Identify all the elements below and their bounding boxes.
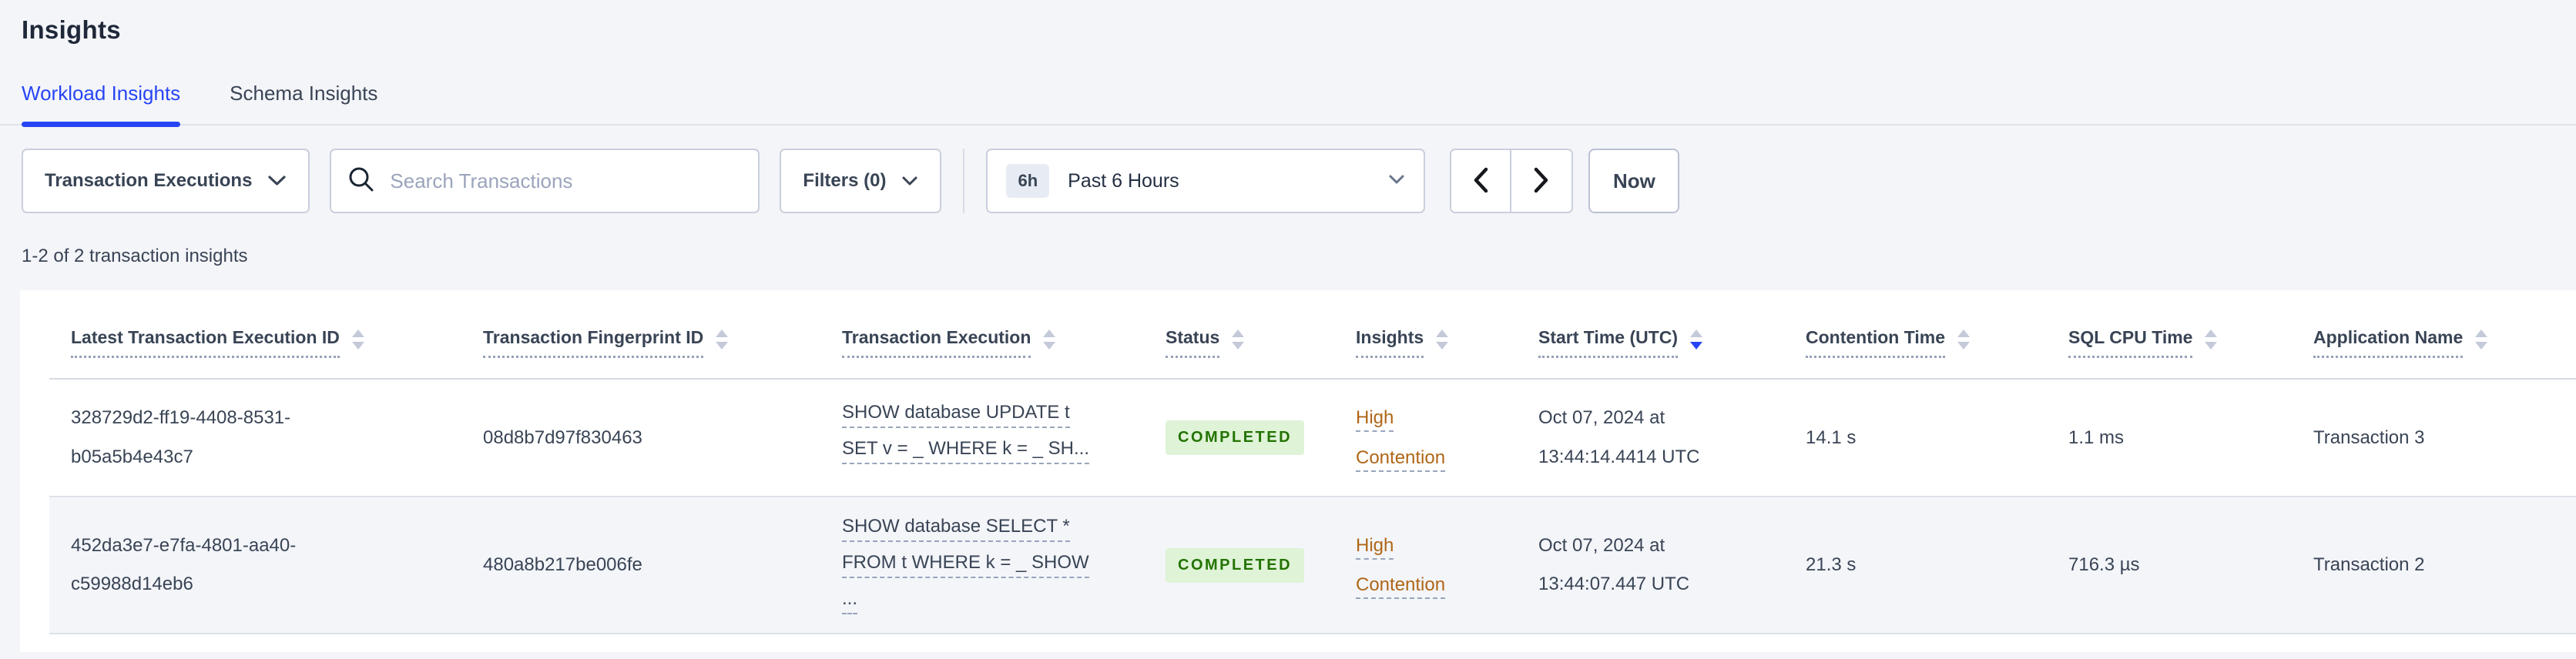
column-header-latest-execution-id[interactable]: Latest Transaction Execution ID xyxy=(49,326,461,359)
sort-icon xyxy=(1043,330,1056,350)
chevron-down-icon xyxy=(267,170,287,192)
cell-fingerprint-id: 480a8b217be006fe xyxy=(483,554,642,576)
transaction-execution-link[interactable]: SHOW database UPDATE t xyxy=(842,402,1070,428)
filters-dropdown[interactable]: Filters (0) xyxy=(780,149,942,213)
sort-icon xyxy=(1232,330,1245,350)
sort-icon-active-desc xyxy=(1690,330,1703,350)
status-badge-completed: COMPLETED xyxy=(1166,547,1305,583)
cell-insights: High Contention xyxy=(1334,507,1517,624)
transaction-type-dropdown[interactable]: Transaction Executions xyxy=(22,149,310,213)
column-header-transaction-execution[interactable]: Transaction Execution xyxy=(820,326,1144,359)
column-header-start-time[interactable]: Start Time (UTC) xyxy=(1517,326,1784,359)
insights-page: Insights Workload Insights Schema Insigh… xyxy=(0,0,2576,659)
cell-transaction-execution: SHOW database SELECT * FROM t WHERE k = … xyxy=(820,497,1144,633)
chevron-down-icon xyxy=(901,170,918,192)
tab-workload-insights-label: Workload Insights xyxy=(22,82,181,105)
column-header-insights[interactable]: Insights xyxy=(1334,326,1517,359)
cell-status: COMPLETED xyxy=(1144,530,1334,601)
results-summary: 1-2 of 2 transaction insights xyxy=(22,246,248,266)
search-icon xyxy=(348,166,374,196)
filters-dropdown-label: Filters (0) xyxy=(803,170,887,191)
cell-sql-cpu-time: 716.3 µs xyxy=(2068,554,2140,576)
sort-icon xyxy=(1957,330,1971,350)
status-badge-completed: COMPLETED xyxy=(1166,420,1305,456)
column-header-fingerprint-id[interactable]: Transaction Fingerprint ID xyxy=(461,326,820,359)
cell-insights: High Contention xyxy=(1334,380,1517,496)
time-prev-button[interactable] xyxy=(1451,150,1512,212)
transaction-type-dropdown-label: Transaction Executions xyxy=(45,170,253,191)
page-title: Insights xyxy=(22,15,121,44)
cell-fingerprint-id: 08d8b7d97f830463 xyxy=(483,427,642,448)
cell-application-name: Transaction 3 xyxy=(2313,427,2425,448)
cell-sql-cpu-time: 1.1 ms xyxy=(2068,427,2125,448)
chevron-right-icon xyxy=(1532,166,1551,196)
time-range-badge: 6h xyxy=(1006,164,1050,198)
transaction-execution-link[interactable]: SET v = _ WHERE k = _ SH... xyxy=(842,438,1089,464)
time-next-button[interactable] xyxy=(1511,150,1572,212)
transaction-execution-link[interactable]: ... xyxy=(842,588,858,615)
tab-schema-insights-label: Schema Insights xyxy=(230,82,378,105)
time-range-picker[interactable]: 6h Past 6 Hours xyxy=(986,149,1426,213)
now-button[interactable]: Now xyxy=(1588,149,1680,213)
sort-icon xyxy=(716,330,729,350)
sort-icon xyxy=(2205,330,2218,350)
transaction-execution-link[interactable]: SHOW database SELECT * xyxy=(842,516,1070,543)
transaction-insights-table: Latest Transaction Execution ID Transact… xyxy=(49,290,2576,635)
search-box xyxy=(330,149,760,213)
search-input[interactable] xyxy=(388,168,742,194)
cell-transaction-execution: SHOW database UPDATE t SET v = _ WHERE k… xyxy=(820,383,1144,493)
column-header-contention-time[interactable]: Contention Time xyxy=(1784,326,2047,359)
column-header-sql-cpu-time[interactable]: SQL CPU Time xyxy=(2047,326,2292,359)
transaction-execution-link[interactable]: FROM t WHERE k = _ SHOW xyxy=(842,552,1089,579)
cell-latest-execution-id: 328729d2-ff19-4408-8531-b05a5b4e43c7 xyxy=(71,407,291,467)
column-header-application-name[interactable]: Application Name xyxy=(2292,326,2576,359)
tab-schema-insights[interactable]: Schema Insights xyxy=(230,82,377,124)
time-window-nav xyxy=(1450,149,1574,213)
sort-icon xyxy=(1436,330,1449,350)
time-range-label: Past 6 Hours xyxy=(1068,169,1179,192)
insight-link-high-contention[interactable]: High Contention xyxy=(1356,407,1446,472)
insights-table-card: Latest Transaction Execution ID Transact… xyxy=(20,290,2576,652)
toolbar: Transaction Executions Filters (0) 6h Pa… xyxy=(22,149,2576,213)
cell-status: COMPLETED xyxy=(1144,402,1334,473)
cell-contention-time: 21.3 s xyxy=(1806,554,1857,576)
sort-icon xyxy=(351,330,364,350)
tab-workload-insights[interactable]: Workload Insights xyxy=(22,82,181,127)
table-row: 452da3e7-e7fa-4801-aa40-c59988d14eb6 480… xyxy=(49,497,2576,635)
chevron-down-icon xyxy=(1388,174,1405,189)
cell-start-time: Oct 07, 2024 at 13:44:14.4414 UTC xyxy=(1538,407,1700,467)
tab-bar: Workload Insights Schema Insights xyxy=(0,82,2576,127)
table-header-row: Latest Transaction Execution ID Transact… xyxy=(49,290,2576,380)
cell-contention-time: 14.1 s xyxy=(1806,427,1857,448)
toolbar-divider xyxy=(963,149,965,213)
column-header-status[interactable]: Status xyxy=(1144,326,1334,359)
sort-icon xyxy=(2475,330,2488,350)
cell-latest-execution-id: 452da3e7-e7fa-4801-aa40-c59988d14eb6 xyxy=(71,534,297,595)
cell-start-time: Oct 07, 2024 at 13:44:07.447 UTC xyxy=(1538,534,1690,595)
table-row: 328729d2-ff19-4408-8531-b05a5b4e43c7 08d… xyxy=(49,380,2576,498)
insight-link-high-contention[interactable]: High Contention xyxy=(1356,534,1446,600)
chevron-left-icon xyxy=(1471,166,1490,196)
cell-application-name: Transaction 2 xyxy=(2313,554,2425,576)
